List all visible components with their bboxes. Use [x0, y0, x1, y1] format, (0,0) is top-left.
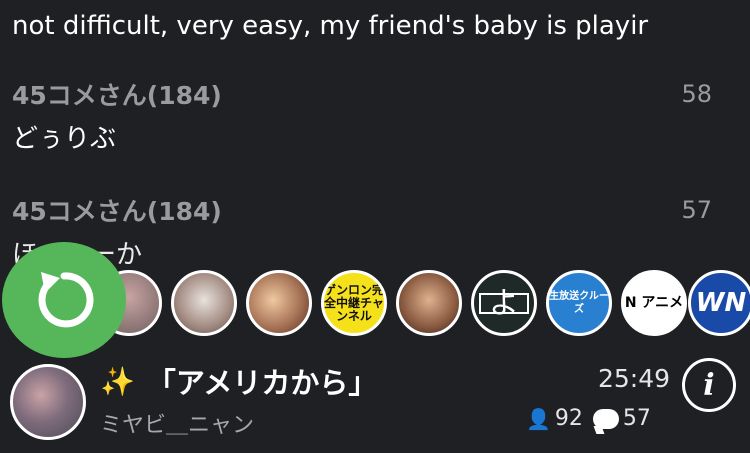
- comment-number: 57: [681, 196, 712, 224]
- broadcaster-name: ミヤビ＿ニャン: [100, 413, 255, 438]
- reload-icon: [38, 272, 94, 328]
- comment-top-line: not difficult, very easy, my friend's ba…: [12, 11, 649, 41]
- channel-label: ゲンロン完全中継チャンネル: [324, 282, 385, 323]
- comment-number: 58: [681, 80, 712, 108]
- program-stats: 👤 92 57: [526, 406, 651, 431]
- sparkles-icon: ✨: [100, 364, 135, 398]
- reload-button[interactable]: [2, 242, 126, 358]
- channel-avatar[interactable]: [171, 270, 237, 336]
- channel-n-anime[interactable]: N アニメ: [621, 270, 687, 336]
- program-title-text: 「アメリカから」: [146, 366, 378, 400]
- info-button[interactable]: i: [682, 358, 736, 412]
- comment-item: 45コメさん(184) 57 ほーーーか: [12, 192, 712, 271]
- elapsed-time: 25:49: [598, 364, 671, 393]
- channel-yo[interactable]: よ: [471, 270, 537, 336]
- channel-label: 生放送クルーズ: [549, 291, 609, 315]
- viewer-count: 92: [554, 406, 583, 431]
- channel-wn[interactable]: WN: [688, 270, 750, 336]
- now-playing-bar[interactable]: ✨ 「アメリカから」 ミヤビ＿ニャン 25:49 i 👤 92 57: [0, 352, 750, 453]
- viewer-icon: 👤: [526, 406, 551, 431]
- broadcaster-avatar[interactable]: [10, 364, 86, 440]
- channel-genron[interactable]: ゲンロン完全中継チャンネル: [321, 270, 387, 336]
- program-title: ✨ 「アメリカから」: [100, 360, 377, 402]
- info-icon: i: [703, 367, 715, 403]
- comment-author: 45コメさん(184): [12, 81, 222, 110]
- channel-avatar[interactable]: [246, 270, 312, 336]
- comment-item: 45コメさん(184) 58 どぅりぶ: [12, 76, 712, 155]
- channel-avatar[interactable]: [396, 270, 462, 336]
- channel-cruise[interactable]: 生放送クルーズ: [546, 270, 612, 336]
- comment-author: 45コメさん(184): [12, 197, 222, 226]
- channel-label: N アニメ: [624, 294, 684, 311]
- comment-text: どぅりぶ: [12, 124, 117, 154]
- comment-text: ほーーーか: [12, 234, 712, 271]
- comment-bubble-icon: [592, 408, 619, 429]
- channel-label: よ: [479, 288, 529, 318]
- channel-label: WN: [695, 287, 747, 318]
- comment-count: 57: [622, 406, 651, 431]
